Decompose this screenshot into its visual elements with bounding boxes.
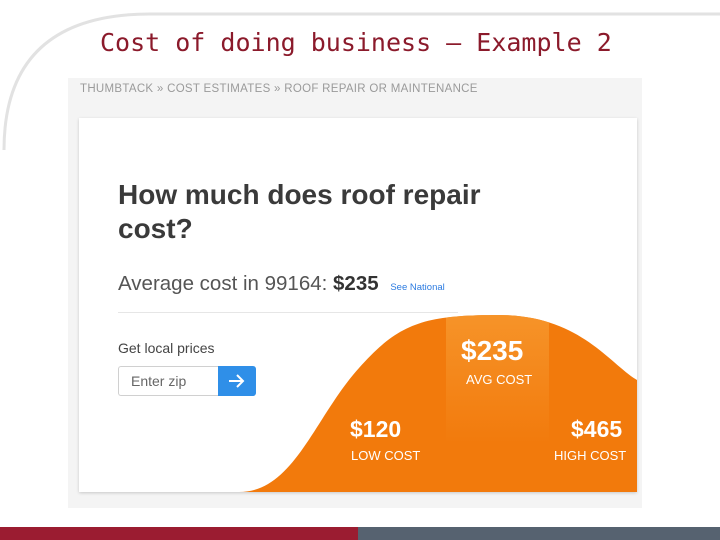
page-heading: How much does roof repair cost?: [118, 179, 481, 244]
avg-cost-value: $235: [461, 335, 524, 366]
zip-submit-button[interactable]: [218, 366, 256, 396]
website-screenshot: THUMBTACK » COST ESTIMATES » ROOF REPAIR…: [68, 78, 642, 508]
curve-fill: [239, 315, 637, 492]
low-cost-value: $120: [350, 416, 402, 442]
divider: [118, 312, 458, 313]
high-cost-value: $465: [571, 416, 623, 442]
cost-card: How much does roof repair cost? Average …: [79, 118, 637, 492]
footer-bar-left: [0, 527, 358, 540]
zip-input[interactable]: [118, 366, 218, 396]
get-local-prices-label: Get local prices: [118, 340, 215, 356]
see-national-link[interactable]: See National: [390, 282, 444, 293]
slide-title: Cost of doing business – Example 2: [100, 28, 612, 57]
average-cost-amount: $235: [333, 272, 379, 295]
high-cost-label: HIGH COST: [554, 448, 627, 463]
breadcrumb: THUMBTACK » COST ESTIMATES » ROOF REPAIR…: [80, 83, 478, 95]
arrow-right-icon: [229, 374, 245, 388]
low-cost-label: LOW COST: [351, 448, 421, 463]
average-cost-prefix: Average cost in 99164:: [118, 272, 328, 295]
footer-bar-right: [358, 527, 720, 540]
avg-cost-label: AVG COST: [466, 372, 533, 387]
avg-highlight-band: [446, 315, 549, 444]
average-cost-line: Average cost in 99164: $235 See National: [118, 272, 445, 296]
